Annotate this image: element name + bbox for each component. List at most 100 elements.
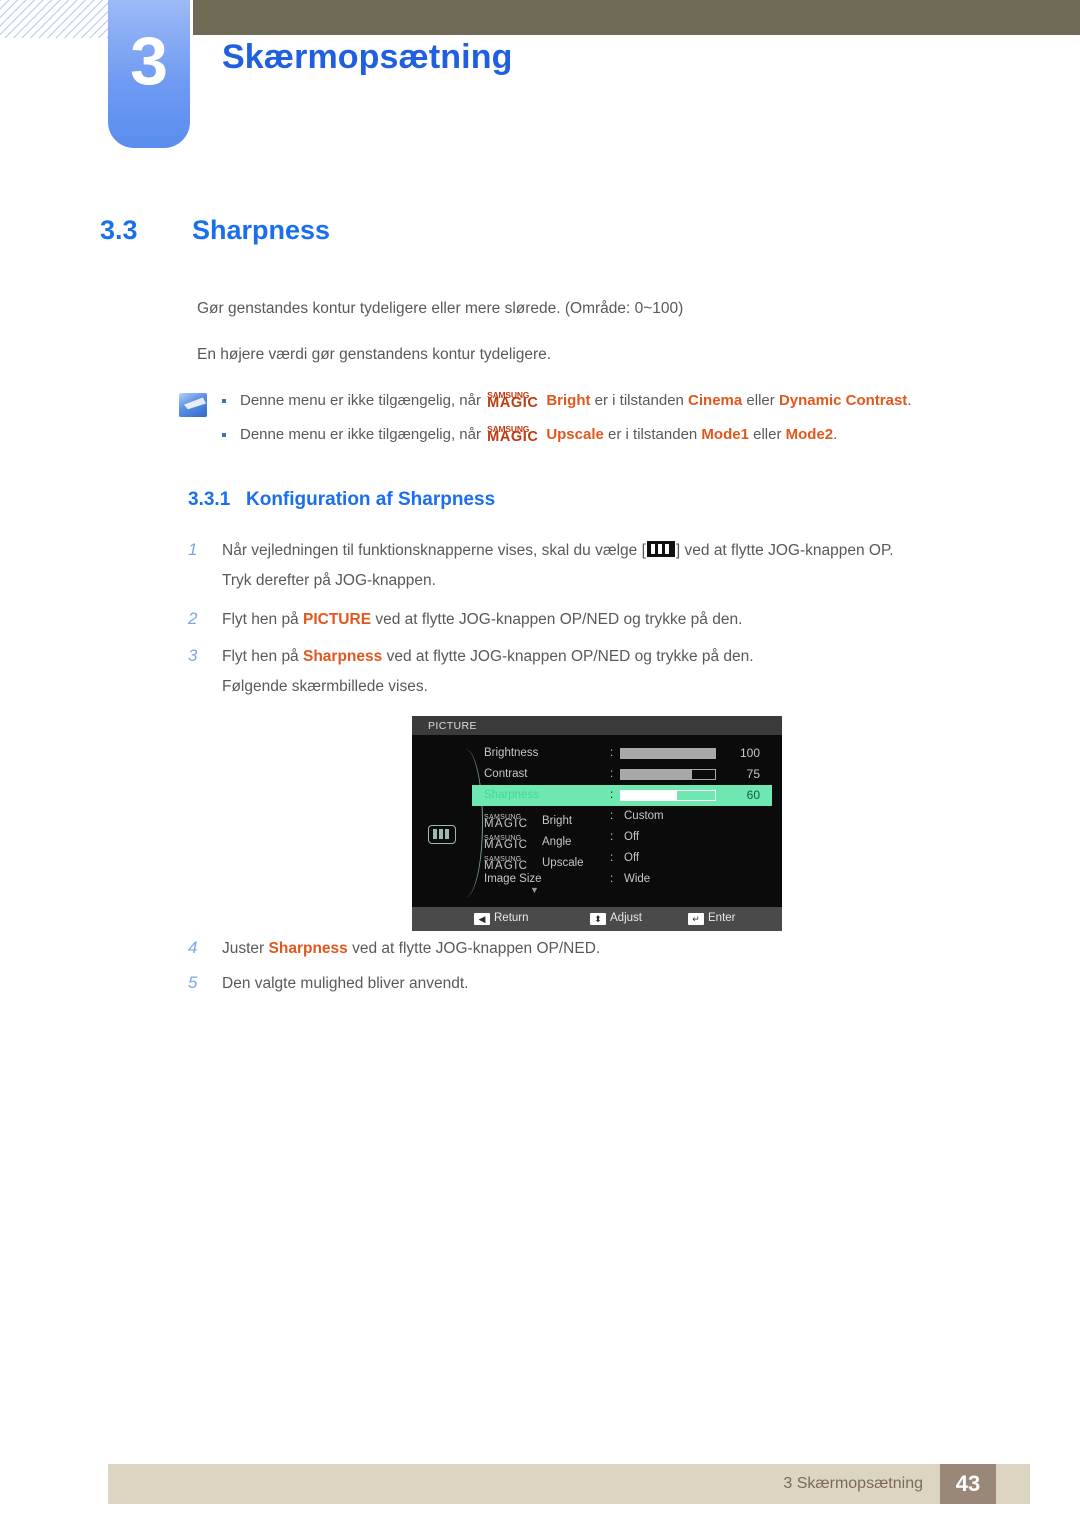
samsung-magic-bottom: MAGIC xyxy=(487,395,539,411)
osd-menu-list: Brightness : 100 Contrast : 75 Sharpness… xyxy=(472,743,772,890)
note-line: Denne menu er ikke tilgængelig, når SAMS… xyxy=(222,390,1018,412)
enter-arrow-icon: ↵ xyxy=(688,913,704,925)
step-text-b: ] ved at flytte JOG-knappen OP. xyxy=(675,542,894,559)
step-text-a: Juster xyxy=(222,940,265,957)
osd-label: Image Size xyxy=(484,873,542,885)
osd-label: Sharpness xyxy=(484,789,539,801)
step-text-a: Flyt hen på xyxy=(222,611,299,628)
note-feature: Bright xyxy=(546,392,591,409)
left-arrow-icon: ◀ xyxy=(474,913,490,925)
chapter-number-badge: 3 xyxy=(108,0,190,148)
subsection-title: Konfiguration af Sharpness xyxy=(246,489,496,510)
step-number: 2 xyxy=(188,609,198,628)
osd-value: Off xyxy=(624,852,640,864)
chapter-title: Skærmopsætning xyxy=(222,38,513,76)
osd-colon: : xyxy=(610,789,614,801)
step-text-a: Flyt hen på xyxy=(222,648,299,665)
intro-paragraph-2: En højere værdi gør genstandens kontur t… xyxy=(197,346,552,363)
section-number: 3.3 xyxy=(100,215,138,245)
intro-paragraph-1: Gør genstandes kontur tydeligere eller m… xyxy=(197,300,684,317)
osd-footer-label: Enter xyxy=(708,912,736,924)
step-number: 4 xyxy=(188,938,198,957)
samsung-magic-logo: SAMSUNG MAGIC Angle xyxy=(484,827,610,851)
osd-screenshot: PICTURE Brightness : 100 Contrast : 75 S… xyxy=(412,716,782,931)
osd-colon: : xyxy=(610,747,614,759)
osd-slider-track[interactable] xyxy=(620,769,716,780)
step-text-b: ved at flytte JOG-knappen OP/NED. xyxy=(352,940,601,957)
step-5: 5 Den valgte mulighed bliver anvendt. xyxy=(188,972,468,994)
osd-value: Off xyxy=(624,831,640,843)
osd-value: 100 xyxy=(739,746,760,760)
samsung-magic-logo: SAMSUNG MAGIC Upscale xyxy=(484,848,610,872)
osd-row-contrast[interactable]: Contrast : 75 xyxy=(472,764,772,785)
osd-slider-fill xyxy=(621,770,692,779)
note-option-2: Dynamic Contrast xyxy=(778,392,908,409)
page-number: 43 xyxy=(940,1464,996,1504)
subsection-number: 3.3.1 xyxy=(188,489,231,510)
osd-body: Brightness : 100 Contrast : 75 Sharpness… xyxy=(412,735,782,903)
note-conjunction: eller xyxy=(746,392,775,409)
step-highlight: PICTURE xyxy=(303,611,372,628)
osd-row-magic-bright[interactable]: SAMSUNG MAGIC Bright : Custom xyxy=(472,806,772,830)
step-highlight: Sharpness xyxy=(268,940,348,957)
osd-row-image-size[interactable]: Image Size : Wide xyxy=(472,869,772,890)
samsung-magic-bottom: MAGIC xyxy=(487,429,539,445)
osd-footer-enter[interactable]: ↵ Enter xyxy=(688,912,736,925)
samsung-magic-logo: SAMSUNG MAGIC xyxy=(487,424,541,445)
step-text-a: Den valgte mulighed bliver anvendt. xyxy=(222,975,469,992)
samsung-magic-logo: SAMSUNG MAGIC xyxy=(487,390,541,411)
note-middle: er i tilstanden xyxy=(594,392,684,409)
step-highlight: Sharpness xyxy=(303,648,383,665)
osd-row-brightness[interactable]: Brightness : 100 xyxy=(472,743,772,764)
note-suffix: . xyxy=(833,426,838,443)
osd-colon: : xyxy=(610,852,614,864)
bullet-icon xyxy=(222,399,226,403)
osd-footer-label: Return xyxy=(494,912,529,924)
bullet-icon xyxy=(222,433,226,437)
page-footer-bar: 3 Skærmopsætning 43 xyxy=(108,1464,1030,1504)
note-option-2: Mode2 xyxy=(785,426,834,443)
note-block: Denne menu er ikke tilgængelig, når SAMS… xyxy=(178,390,1018,446)
osd-value: Wide xyxy=(624,873,651,885)
osd-row-magic-angle[interactable]: SAMSUNG MAGIC Angle : Off xyxy=(472,827,772,851)
osd-label: Contrast xyxy=(484,768,528,780)
note-suffix: . xyxy=(907,392,912,409)
osd-row-magic-upscale[interactable]: SAMSUNG MAGIC Upscale : Off xyxy=(472,848,772,872)
scroll-down-caret-icon[interactable]: ▼ xyxy=(530,885,539,895)
step-1-continuation: Tryk derefter på JOG-knappen. xyxy=(222,572,436,589)
note-line: Denne menu er ikke tilgængelig, når SAMS… xyxy=(222,424,1018,446)
step-3-continuation: Følgende skærmbillede vises. xyxy=(222,678,428,695)
note-conjunction: eller xyxy=(753,426,782,443)
osd-slider-fill xyxy=(621,791,678,800)
step-number: 5 xyxy=(188,973,198,992)
osd-colon: : xyxy=(610,873,614,885)
step-text-b: ved at flytte JOG-knappen OP/NED og tryk… xyxy=(386,648,754,665)
osd-value: 60 xyxy=(746,788,760,802)
subsection-heading: 3.3.1 Konfiguration af Sharpness xyxy=(188,489,495,511)
osd-slider-track[interactable] xyxy=(620,748,716,759)
header-olive-bar xyxy=(193,0,1080,35)
osd-colon: : xyxy=(610,768,614,780)
note-prefix: Denne menu er ikke tilgængelig, når xyxy=(240,426,481,443)
samsung-magic-logo: SAMSUNG MAGIC Bright xyxy=(484,806,610,830)
note-pencil-icon xyxy=(178,392,208,418)
step-number: 1 xyxy=(188,540,198,559)
osd-colon: : xyxy=(610,810,614,822)
osd-colon: : xyxy=(610,831,614,843)
osd-footer-return[interactable]: ◀ Return xyxy=(474,912,529,925)
step-1: 1 Når vejledningen til funktionsknapperne… xyxy=(188,539,894,561)
osd-footer: ◀ Return ⬍ Adjust ↵ Enter xyxy=(412,905,782,931)
note-prefix: Denne menu er ikke tilgængelig, når xyxy=(240,392,481,409)
step-2: 2 Flyt hen på PICTURE ved at flytte JOG-k… xyxy=(188,608,742,630)
note-option-1: Cinema xyxy=(688,392,743,409)
osd-footer-adjust[interactable]: ⬍ Adjust xyxy=(590,912,642,925)
osd-row-sharpness[interactable]: Sharpness : 60 xyxy=(472,785,772,806)
step-text-b: ved at flytte JOG-knappen OP/NED og tryk… xyxy=(375,611,743,628)
osd-value: 75 xyxy=(746,767,760,781)
osd-value: Custom xyxy=(624,810,664,822)
up-down-arrow-icon: ⬍ xyxy=(590,913,606,925)
section-heading: 3.3 Sharpness xyxy=(100,215,330,246)
osd-slider-track[interactable] xyxy=(620,790,716,801)
page-footer-text: 3 Skærmopsætning xyxy=(783,1475,923,1492)
step-text-a: Når vejledningen til funktionsknapperne … xyxy=(222,542,646,559)
